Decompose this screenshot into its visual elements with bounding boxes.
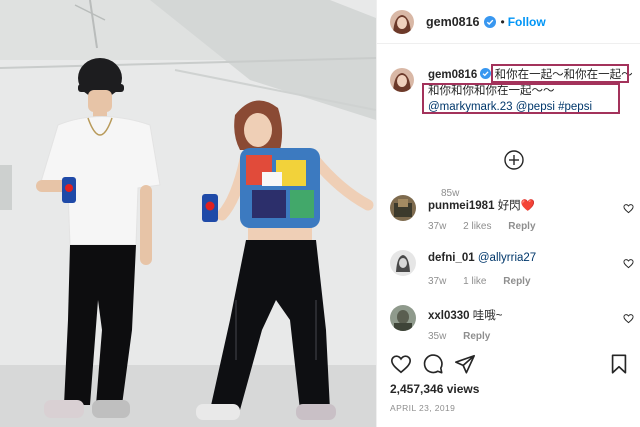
comment-likes[interactable]: 1 like <box>463 276 486 287</box>
caption-username[interactable]: gem0816 <box>428 69 477 81</box>
post-header: gem0816 • Follow <box>377 0 640 44</box>
comment-text: punmei1981 好閃❤️ <box>428 197 535 213</box>
comment-item: punmei1981 好閃❤️ 37w 2 likes Reply <box>390 195 636 239</box>
verified-badge-icon <box>480 68 492 79</box>
author-avatar[interactable] <box>390 9 414 34</box>
share-icon[interactable] <box>454 353 476 375</box>
post-date: APRIL 23, 2019 <box>390 403 456 413</box>
like-icon[interactable] <box>390 353 412 375</box>
caption-avatar[interactable] <box>390 68 414 92</box>
comment-meta: 35w Reply <box>428 331 504 342</box>
view-count[interactable]: 2,457,346 views <box>390 382 479 396</box>
commenter-avatar[interactable] <box>390 305 416 331</box>
caption-highlight-box <box>491 64 629 83</box>
comment-item: xxl0330 哇哦~ 35w Reply <box>390 305 636 349</box>
separator-dot: • <box>500 14 505 29</box>
save-icon[interactable] <box>608 353 630 375</box>
commenter-username[interactable]: punmei1981 <box>428 200 494 212</box>
mention-link[interactable]: @allyrria27 <box>478 252 536 264</box>
caption-highlight-box <box>422 83 620 114</box>
follow-button[interactable]: Follow <box>508 15 546 29</box>
comment-time[interactable]: 37w <box>428 221 446 232</box>
verified-badge-icon <box>483 15 496 28</box>
comment-text: defni_01 @allyrria27 <box>428 252 536 264</box>
add-comment-icon[interactable] <box>504 150 524 170</box>
comment-text: xxl0330 哇哦~ <box>428 307 503 323</box>
reply-button[interactable]: Reply <box>508 221 535 232</box>
post-media[interactable] <box>0 0 376 427</box>
comment-meta: 37w 2 likes Reply <box>428 221 550 232</box>
comment-heart-icon[interactable] <box>623 313 634 324</box>
reply-button[interactable]: Reply <box>463 331 490 342</box>
commenter-username[interactable]: xxl0330 <box>428 310 470 322</box>
comment-body: 好閃 <box>497 200 521 212</box>
post-action-bar <box>390 353 630 377</box>
reply-button[interactable]: Reply <box>503 276 530 287</box>
heart-emoji: ❤️ <box>520 200 536 212</box>
dance-video-frame <box>0 0 376 427</box>
comment-item: defni_01 @allyrria27 37w 1 like Reply <box>390 250 636 294</box>
comment-time[interactable]: 37w <box>428 276 446 287</box>
comment-meta: 37w 1 like Reply <box>428 276 545 287</box>
comment-heart-icon[interactable] <box>623 203 634 214</box>
comment-likes[interactable]: 2 likes <box>463 221 491 232</box>
commenter-avatar[interactable] <box>390 250 416 276</box>
comment-time[interactable]: 35w <box>428 331 446 342</box>
comment-body: 哇哦~ <box>472 310 503 322</box>
commenter-username[interactable]: defni_01 <box>428 252 475 264</box>
author-username[interactable]: gem0816 <box>426 15 480 29</box>
comment-icon[interactable] <box>422 353 444 375</box>
comment-heart-icon[interactable] <box>623 258 634 269</box>
commenter-avatar[interactable] <box>390 195 416 221</box>
